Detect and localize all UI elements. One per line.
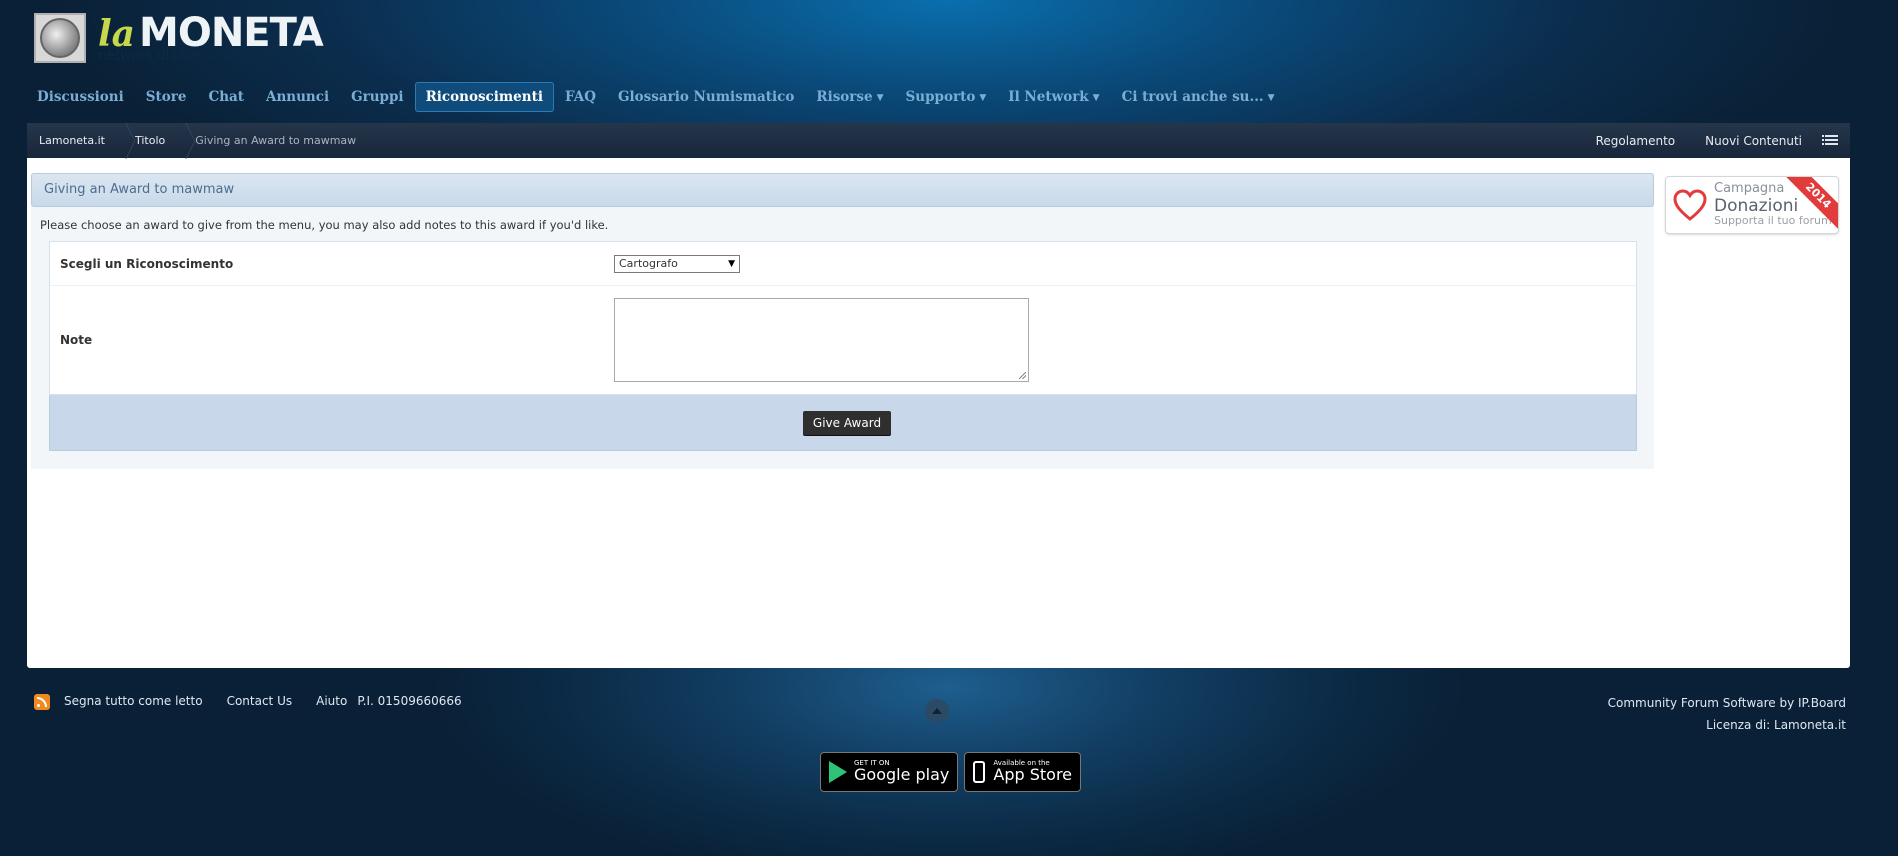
nav-faq[interactable]: FAQ — [554, 82, 607, 112]
nuovi-contenuti-link[interactable]: Nuovi Contenuti — [1705, 134, 1802, 148]
app-store-badge[interactable]: Available on the App Store — [964, 752, 1082, 792]
coin-logo-icon — [34, 13, 86, 63]
partita-iva: P.I. 01509660666 — [357, 694, 462, 708]
award-select-row: Scegli un Riconoscimento Cartografo ▼ — [50, 242, 1636, 286]
back-to-top-icon[interactable] — [925, 699, 949, 723]
nav-ci-trovi[interactable]: Ci trovi anche su... ▼ — [1111, 82, 1286, 112]
aiuto-link[interactable]: Aiuto — [316, 694, 347, 708]
contact-us-link[interactable]: Contact Us — [227, 694, 293, 708]
donation-banner[interactable]: Campagna Donazioni Supporta il tuo forum… — [1665, 176, 1839, 234]
award-form-table: Scegli un Riconoscimento Cartografo ▼ No… — [49, 241, 1637, 395]
logo-subtitle: network di numismatica e storia — [98, 48, 315, 64]
give-award-button[interactable]: Give Award — [802, 410, 892, 435]
caret-down-icon: ▼ — [979, 93, 987, 103]
nav-discussioni[interactable]: Discussioni — [26, 82, 135, 112]
nav-il-network[interactable]: Il Network ▼ — [997, 82, 1110, 112]
main-panel: Lamoneta.it Titolo Giving an Award to ma… — [27, 123, 1850, 668]
breadcrumb-home[interactable]: Lamoneta.it — [39, 134, 115, 147]
note-label: Note — [60, 333, 93, 347]
breadcrumb-bar: Lamoneta.it Titolo Giving an Award to ma… — [27, 123, 1850, 158]
software-credit[interactable]: Community Forum Software by IP.Board — [1608, 692, 1846, 714]
logo-la: la — [98, 13, 136, 55]
logo-moneta: MONETA — [139, 10, 324, 56]
submit-row: Give Award — [49, 395, 1637, 451]
nav-supporto[interactable]: Supporto ▼ — [895, 82, 998, 112]
rss-icon[interactable] — [34, 694, 50, 710]
breadcrumb-current: Giving an Award to mawmaw — [195, 134, 357, 147]
note-textarea[interactable] — [614, 298, 1029, 382]
caret-down-icon: ▼ — [876, 93, 884, 103]
site-logo[interactable]: la MONETA network di numismatica e stori… — [34, 10, 324, 64]
license-credit: Licenza di: Lamoneta.it — [1706, 718, 1846, 732]
donation-line3: Supporta il tuo forum — [1714, 214, 1832, 228]
heart-icon — [1666, 188, 1714, 222]
award-form-container: Giving an Award to mawmaw Please choose … — [31, 173, 1654, 469]
nav-gruppi[interactable]: Gruppi — [340, 82, 414, 112]
award-select-value: Cartografo — [619, 257, 678, 270]
nav-store[interactable]: Store — [135, 82, 198, 112]
note-row: Note — [50, 286, 1636, 394]
nav-annunci[interactable]: Annunci — [255, 82, 340, 112]
breadcrumb: Lamoneta.it Titolo Giving an Award to ma… — [39, 123, 366, 158]
award-select[interactable]: Cartografo ▼ — [614, 254, 740, 273]
breadcrumb-separator — [175, 123, 185, 158]
nav-risorse[interactable]: Risorse ▼ — [805, 82, 894, 112]
nav-riconoscimenti[interactable]: Riconoscimenti — [414, 82, 554, 112]
breadcrumb-titolo[interactable]: Titolo — [135, 134, 175, 147]
caret-down-icon: ▼ — [1092, 93, 1100, 103]
nav-chat[interactable]: Chat — [197, 82, 255, 112]
mark-all-read-link[interactable]: Segna tutto come letto — [64, 694, 203, 708]
form-title: Giving an Award to mawmaw — [31, 173, 1654, 207]
breadcrumb-separator — [115, 123, 125, 158]
regolamento-link[interactable]: Regolamento — [1596, 134, 1676, 148]
primary-nav: Discussioni Store Chat Annunci Gruppi Ri… — [26, 82, 1286, 112]
dropdown-arrow-icon: ▼ — [728, 258, 735, 269]
google-play-icon — [829, 761, 847, 783]
nav-glossario[interactable]: Glossario Numismatico — [607, 82, 805, 112]
award-select-label: Scegli un Riconoscimento — [60, 256, 234, 271]
caret-down-icon: ▼ — [1267, 93, 1275, 103]
apple-phone-icon — [973, 761, 986, 783]
list-view-icon[interactable] — [1822, 135, 1838, 146]
form-intro: Please choose an award to give from the … — [40, 218, 609, 232]
google-play-badge[interactable]: GET IT ON Google play — [820, 752, 959, 792]
